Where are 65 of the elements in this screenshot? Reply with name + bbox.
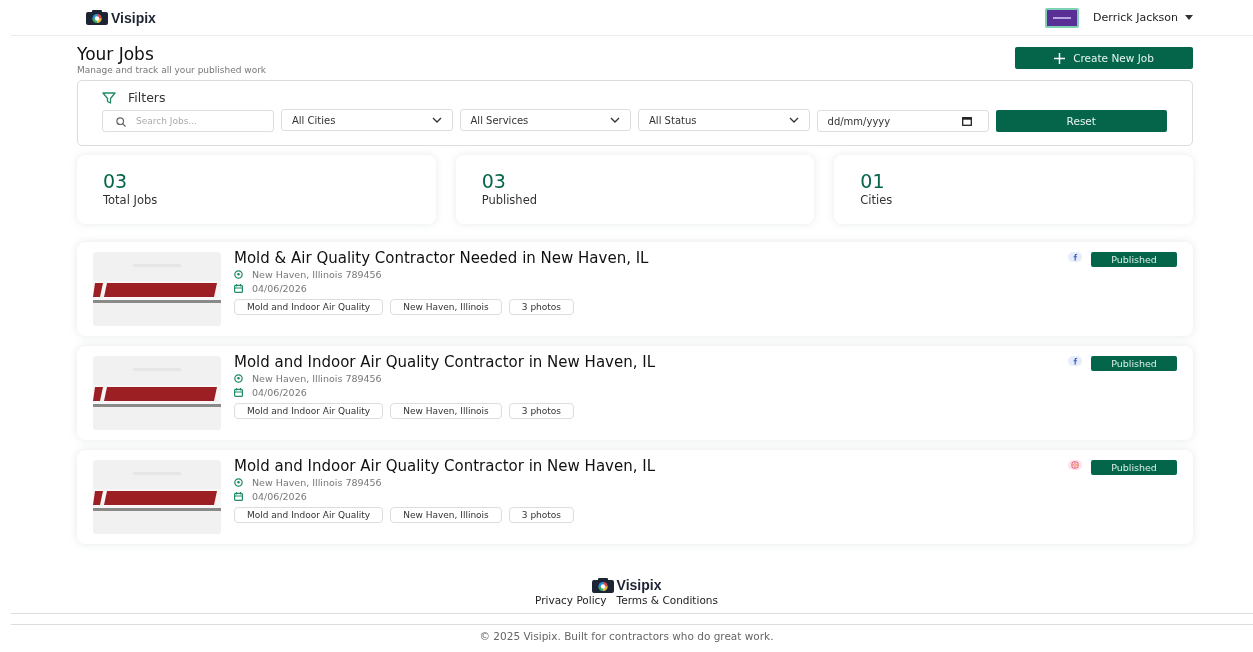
stat-value: 03 bbox=[481, 171, 507, 191]
facebook-icon bbox=[1068, 252, 1082, 262]
tag-chip: New Haven, Illinois bbox=[390, 507, 502, 523]
location-pin-icon bbox=[234, 269, 243, 279]
job-title: Mold and Indoor Air Quality Contractor in New Haven, IL bbox=[234, 458, 656, 475]
tag-chip: 3 photos bbox=[508, 299, 575, 315]
caret-icon bbox=[1185, 15, 1193, 20]
stat-value: 01 bbox=[860, 171, 886, 191]
camera-icon bbox=[86, 10, 108, 25]
location-pin-icon bbox=[234, 477, 243, 487]
calendar-icon bbox=[234, 387, 243, 397]
date-field[interactable]: dd/mm/yyyy bbox=[816, 110, 989, 132]
camera-icon bbox=[1068, 460, 1082, 470]
tag-chip: 3 photos bbox=[508, 507, 575, 523]
facebook-icon bbox=[1068, 356, 1082, 366]
brand-name: Visipix bbox=[111, 9, 156, 26]
create-job-button[interactable]: Create New Job bbox=[1015, 47, 1193, 69]
stat-label: Total Jobs bbox=[103, 193, 159, 207]
plus-icon bbox=[1054, 52, 1066, 64]
job-location: New Haven, Illinois 789456 bbox=[252, 476, 382, 488]
search-icon bbox=[116, 117, 126, 127]
tag-chip: New Haven, Illinois bbox=[390, 299, 502, 315]
reset-button[interactable]: Reset bbox=[995, 110, 1167, 132]
status-badge: Published bbox=[1091, 252, 1177, 267]
footer-link[interactable]: Privacy Policy bbox=[535, 594, 607, 606]
job-location: New Haven, Illinois 789456 bbox=[252, 268, 382, 280]
job-date: 04/06/2026 bbox=[252, 282, 307, 294]
tag-chip: Mold and Indoor Air Quality bbox=[234, 299, 384, 315]
search-field[interactable]: Search Jobs... bbox=[102, 110, 274, 132]
footer-link[interactable]: Terms & Conditions bbox=[616, 594, 718, 606]
chevron-down-icon bbox=[788, 117, 799, 123]
page-title: Your Jobs bbox=[77, 44, 155, 64]
tag-chip: 3 photos bbox=[508, 403, 575, 419]
job-title: Mold & Air Quality Contractor Needed in New Haven, IL bbox=[234, 250, 650, 267]
brand-name: Visipix bbox=[616, 577, 662, 593]
status-badge: Published bbox=[1091, 460, 1177, 475]
job-card[interactable]: Mold and Indoor Air Quality Contractor in New Haven, IL New Haven, Illinois 789456 04/06/2026 Mold and Indoor Air Quality New Haven, Illinois 3 photos Published bbox=[77, 450, 1193, 544]
job-card[interactable]: Mold and Indoor Air Quality Contractor in New Haven, IL New Haven, Illinois 789456 04/06/2026 Mold and Indoor Air Quality New Haven, Illinois 3 photos Published bbox=[77, 346, 1193, 440]
stat-value: 03 bbox=[103, 171, 129, 191]
camera-icon bbox=[591, 577, 614, 593]
tag-chip: New Haven, Illinois bbox=[390, 403, 502, 419]
chevron-down-icon bbox=[610, 117, 621, 123]
stat-label: Cities bbox=[860, 193, 894, 207]
location-pin-icon bbox=[234, 373, 243, 383]
tag-chip: Mold and Indoor Air Quality bbox=[234, 507, 384, 523]
job-location: New Haven, Illinois 789456 bbox=[252, 372, 382, 384]
job-date: 04/06/2026 bbox=[252, 490, 307, 502]
filter-dropdown[interactable]: All Status bbox=[638, 109, 810, 131]
filter-dropdown[interactable]: All Cities bbox=[281, 109, 453, 131]
filter-icon bbox=[102, 91, 116, 104]
tag-chip: Mold and Indoor Air Quality bbox=[234, 403, 384, 419]
stat-label: Published bbox=[481, 193, 539, 207]
chevron-down-icon bbox=[431, 117, 442, 123]
job-date: 04/06/2026 bbox=[252, 386, 307, 398]
user-menu[interactable]: Derrick Jackson bbox=[1093, 11, 1193, 24]
filters-title: Filters bbox=[128, 90, 166, 105]
status-badge: Published bbox=[1091, 356, 1177, 371]
calendar-icon bbox=[234, 491, 243, 501]
job-title: Mold and Indoor Air Quality Contractor in New Haven, IL bbox=[234, 354, 656, 371]
page-subtitle: Manage and track all your published work bbox=[77, 65, 267, 75]
job-card[interactable]: Mold & Air Quality Contractor Needed in New Haven, IL New Haven, Illinois 789456 04/06/2026 Mold and Indoor Air Quality New Haven, Illinois 3 photos Published bbox=[77, 242, 1193, 336]
filter-dropdown[interactable]: All Services bbox=[459, 109, 632, 131]
calendar-icon bbox=[234, 283, 243, 293]
calendar-icon bbox=[961, 117, 972, 126]
copyright-text: © 2025 Visipix. Built for contractors who do great work. bbox=[479, 630, 774, 642]
